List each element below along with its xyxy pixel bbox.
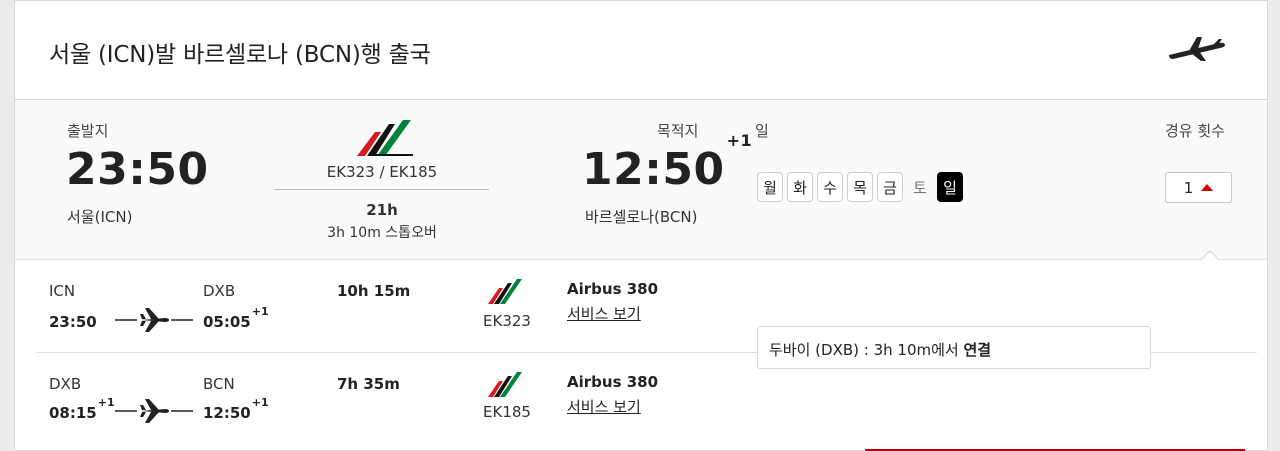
departure-city: 서울(ICN) xyxy=(67,208,133,226)
segment-flight-number: EK185 xyxy=(483,403,531,421)
day-mon[interactable]: 월 xyxy=(757,172,783,202)
divider xyxy=(275,189,489,190)
segment-destination-code: DXB xyxy=(203,282,236,300)
segment-duration: 10h 15m xyxy=(337,282,411,300)
layover-text: 두바이 (DXB) : 3h 10m에서 xyxy=(769,341,964,359)
operating-days: 월 화 수 목 금 토 일 xyxy=(757,172,963,202)
segment-aircraft: Airbus 380 xyxy=(567,373,659,391)
day-wed[interactable]: 수 xyxy=(817,172,843,202)
segment-duration: 7h 35m xyxy=(337,375,400,393)
stops-value: 1 xyxy=(1183,178,1194,197)
segment-aircraft: Airbus 380 xyxy=(567,280,659,298)
stops-toggle-button[interactable]: 1 xyxy=(1165,172,1232,203)
arrival-city: 바르셀로나(BCN) xyxy=(585,208,698,226)
arrival-day-offset: +1 xyxy=(726,131,753,151)
flight-card: 서울 (ICN)발 바르셀로나 (BCN)행 출국 출발지 23:50 서울(I… xyxy=(14,0,1268,451)
flight-numbers: EK323 / EK185 xyxy=(326,163,438,181)
view-services-link[interactable]: 서비스 보기 xyxy=(567,303,641,324)
day-thu[interactable]: 목 xyxy=(847,172,873,202)
stops-label: 경유 횟수 xyxy=(1165,122,1225,140)
stopover-info: 3h 10m 스톱오버 xyxy=(327,225,437,241)
plane-icon xyxy=(1169,37,1225,61)
emirates-logo-icon xyxy=(357,120,413,156)
departure-time: 23:50 xyxy=(66,144,209,195)
day-sun[interactable]: 일 xyxy=(937,172,963,202)
days-label: 일 xyxy=(755,122,769,140)
segment-destination-code: BCN xyxy=(203,375,235,393)
emirates-logo-icon xyxy=(488,279,522,304)
day-fri[interactable]: 금 xyxy=(877,172,903,202)
arrival-time-block: 12:50+1 xyxy=(582,131,752,195)
segment-origin-code: DXB xyxy=(49,375,82,393)
day-sat: 토 xyxy=(913,178,927,197)
segment-origin-code: ICN xyxy=(49,282,76,300)
total-duration: 21h xyxy=(366,201,398,219)
day-tue[interactable]: 화 xyxy=(787,172,813,202)
plane-route-icon xyxy=(115,399,193,423)
arrival-label: 목적지 xyxy=(657,122,699,140)
departure-label: 출발지 xyxy=(67,122,109,140)
chevron-up-icon xyxy=(1201,184,1214,191)
card-header: 서울 (ICN)발 바르셀로나 (BCN)행 출국 xyxy=(15,0,1267,100)
segment-departure-time: 23:50 xyxy=(49,313,97,331)
arrival-time: 12:50 xyxy=(582,144,725,195)
segment-departure-time: 08:15+1 xyxy=(49,396,115,422)
plane-route-icon xyxy=(115,308,193,332)
layover-info: 두바이 (DXB) : 3h 10m에서 연결 xyxy=(757,326,1151,369)
segment-arrival-time: 05:05+1 xyxy=(203,305,269,331)
segment-arrival-time: 12:50+1 xyxy=(203,396,269,422)
itinerary-summary: 출발지 23:50 서울(ICN) EK323 / EK185 21h 3h 1… xyxy=(15,100,1267,260)
route-title: 서울 (ICN)발 바르셀로나 (BCN)행 출국 xyxy=(49,42,431,68)
segment-flight-number: EK323 xyxy=(483,312,531,330)
layover-connection: 연결 xyxy=(963,341,992,359)
emirates-logo-icon xyxy=(488,372,522,397)
view-services-link[interactable]: 서비스 보기 xyxy=(567,396,641,417)
